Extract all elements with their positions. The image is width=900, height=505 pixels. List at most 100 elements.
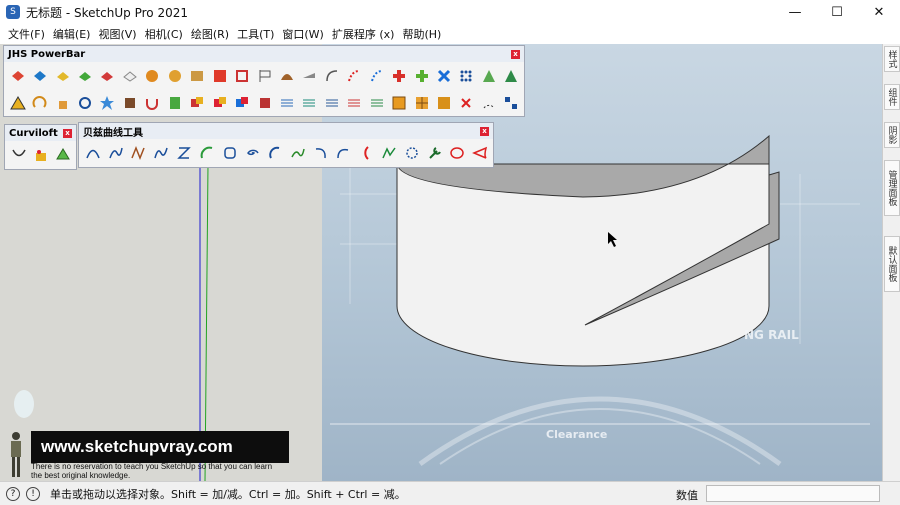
tray-tab-styles[interactable]: 样式 xyxy=(884,46,900,72)
tool-plane-outline-icon[interactable] xyxy=(120,66,139,86)
tool-multi-icon[interactable] xyxy=(188,93,207,113)
powerbar-title: JHS PowerBar xyxy=(8,48,86,60)
menu-file[interactable]: 文件(F) xyxy=(4,26,49,42)
tool-blue-cross-icon[interactable] xyxy=(434,66,453,86)
tool-blue-dots-icon[interactable] xyxy=(367,66,386,86)
menu-view[interactable]: 视图(V) xyxy=(94,26,140,42)
tool-arc-icon[interactable] xyxy=(30,93,49,113)
info-icon[interactable]: ! xyxy=(26,486,40,501)
tool-u-shape-icon[interactable] xyxy=(143,93,162,113)
tool-orange-grid-2-icon[interactable] xyxy=(412,93,431,113)
menu-edit[interactable]: 编辑(E) xyxy=(49,26,95,42)
bezier-close-button[interactable]: x xyxy=(480,126,489,136)
tool-multi-3-icon[interactable] xyxy=(232,93,251,113)
spline-polyline-icon[interactable] xyxy=(129,143,149,163)
tool-cone-2-icon[interactable] xyxy=(502,66,521,86)
menu-camera[interactable]: 相机(C) xyxy=(141,26,187,42)
tool-grid-dots-icon[interactable] xyxy=(457,66,476,86)
powerbar-close-button[interactable]: x xyxy=(511,49,520,59)
freehand-green-icon[interactable] xyxy=(288,143,308,163)
tool-stripe-2-icon[interactable] xyxy=(300,93,319,113)
tool-round-icon[interactable] xyxy=(143,66,162,86)
tool-plane-red-icon[interactable] xyxy=(98,66,117,86)
circle-dotted-icon[interactable] xyxy=(402,143,422,163)
arc-green-icon[interactable] xyxy=(197,143,217,163)
tray-tab-default[interactable]: 默认面板 xyxy=(884,236,900,292)
tool-flag-icon[interactable] xyxy=(255,66,274,86)
tool-red-frame-icon[interactable] xyxy=(232,66,251,86)
tool-gray-shape-icon[interactable] xyxy=(300,66,319,86)
tray-tab-shadows[interactable]: 阴影 xyxy=(884,122,900,148)
tool-grid-misc-icon[interactable] xyxy=(502,93,521,113)
tool-multi-2-icon[interactable] xyxy=(210,93,229,113)
tool-stripe-icon[interactable] xyxy=(277,93,296,113)
watermark-tagline: There is no reservation to teach you Ske… xyxy=(31,462,301,480)
tool-stripe-5-icon[interactable] xyxy=(367,93,386,113)
close-button[interactable]: ✕ xyxy=(858,0,900,24)
powerbar-row-2 xyxy=(4,89,524,116)
tool-red-x-dots-icon[interactable] xyxy=(457,93,476,113)
curviloft-tools xyxy=(5,141,76,169)
oval-red-icon[interactable] xyxy=(448,143,468,163)
tool-orange-grid-icon[interactable] xyxy=(389,93,408,113)
tool-plane-yellow-icon[interactable] xyxy=(53,66,72,86)
tool-star-icon[interactable] xyxy=(98,93,117,113)
powerbar-header[interactable]: JHS PowerBar x xyxy=(4,46,524,62)
tool-red-plus-icon[interactable] xyxy=(389,66,408,86)
menu-draw[interactable]: 绘图(R) xyxy=(187,26,233,42)
tool-cube-icon[interactable] xyxy=(8,66,27,86)
tool-red-box-icon[interactable] xyxy=(210,66,229,86)
arc-blue-icon[interactable] xyxy=(265,143,285,163)
bezier-header[interactable]: 贝兹曲线工具 x xyxy=(79,123,493,139)
title-bar: S 无标题 - SketchUp Pro 2021 — ☐ ✕ xyxy=(0,0,900,24)
hook-curve-icon[interactable] xyxy=(311,143,331,163)
tool-shape-mix-icon[interactable] xyxy=(188,66,207,86)
tool-rotate-icon[interactable] xyxy=(75,93,94,113)
tool-round-2-icon[interactable] xyxy=(165,66,184,86)
maximize-button[interactable]: ☐ xyxy=(816,0,858,24)
tool-plane-green-icon[interactable] xyxy=(75,66,94,86)
bezier-tools-panel: 贝兹曲线工具 x xyxy=(78,122,494,168)
tool-cone-icon[interactable] xyxy=(479,66,498,86)
leaf-red-icon[interactable] xyxy=(470,143,490,163)
curviloft-header[interactable]: Curviloft x xyxy=(5,125,76,141)
tool-stripe-3-icon[interactable] xyxy=(322,93,341,113)
menu-window[interactable]: 窗口(W) xyxy=(278,26,327,42)
help-icon[interactable]: ? xyxy=(6,486,20,501)
tool-cube-blue-icon[interactable] xyxy=(30,66,49,86)
bezier-curve-icon[interactable] xyxy=(83,143,103,163)
tool-warning-icon[interactable] xyxy=(8,93,27,113)
bspline-icon[interactable] xyxy=(106,143,126,163)
minimize-button[interactable]: — xyxy=(774,0,816,24)
tool-green-block-icon[interactable] xyxy=(165,93,184,113)
curviloft-close-button[interactable]: x xyxy=(63,128,72,138)
tool-green-plus-icon[interactable] xyxy=(412,66,431,86)
menu-extensions[interactable]: 扩展程序 (x) xyxy=(328,26,399,42)
menu-tools[interactable]: 工具(T) xyxy=(233,26,278,42)
measurements-input[interactable] xyxy=(706,485,880,502)
spiral-icon[interactable] xyxy=(242,143,262,163)
arc-curve-icon[interactable] xyxy=(334,143,354,163)
tray-tab-manage[interactable]: 管理面板 xyxy=(884,160,900,216)
menu-help[interactable]: 帮助(H) xyxy=(398,26,445,42)
loft-skin-icon[interactable] xyxy=(31,145,50,165)
s-curve-icon[interactable] xyxy=(174,143,194,163)
tool-stack-icon[interactable] xyxy=(120,93,139,113)
tool-hand-icon[interactable] xyxy=(53,93,72,113)
loft-shell-icon[interactable] xyxy=(9,145,28,165)
tool-dashed-arc-icon[interactable] xyxy=(479,93,498,113)
tool-orange-block-icon[interactable] xyxy=(434,93,453,113)
tool-brown-shape-icon[interactable] xyxy=(277,66,296,86)
nurbs-icon[interactable] xyxy=(151,143,171,163)
tool-curve-icon[interactable] xyxy=(322,66,341,86)
wrench-icon[interactable] xyxy=(425,143,445,163)
tool-stripe-4-icon[interactable] xyxy=(345,93,364,113)
tool-box-red-icon[interactable] xyxy=(255,93,274,113)
cursor-blob xyxy=(14,390,34,418)
rounded-rect-icon[interactable] xyxy=(220,143,240,163)
loft-surface-icon[interactable] xyxy=(54,145,73,165)
edit-polyline-icon[interactable] xyxy=(379,143,399,163)
tool-red-dots-icon[interactable] xyxy=(345,66,364,86)
arc-red-icon[interactable] xyxy=(356,143,376,163)
tray-tab-components[interactable]: 组件 xyxy=(884,84,900,110)
